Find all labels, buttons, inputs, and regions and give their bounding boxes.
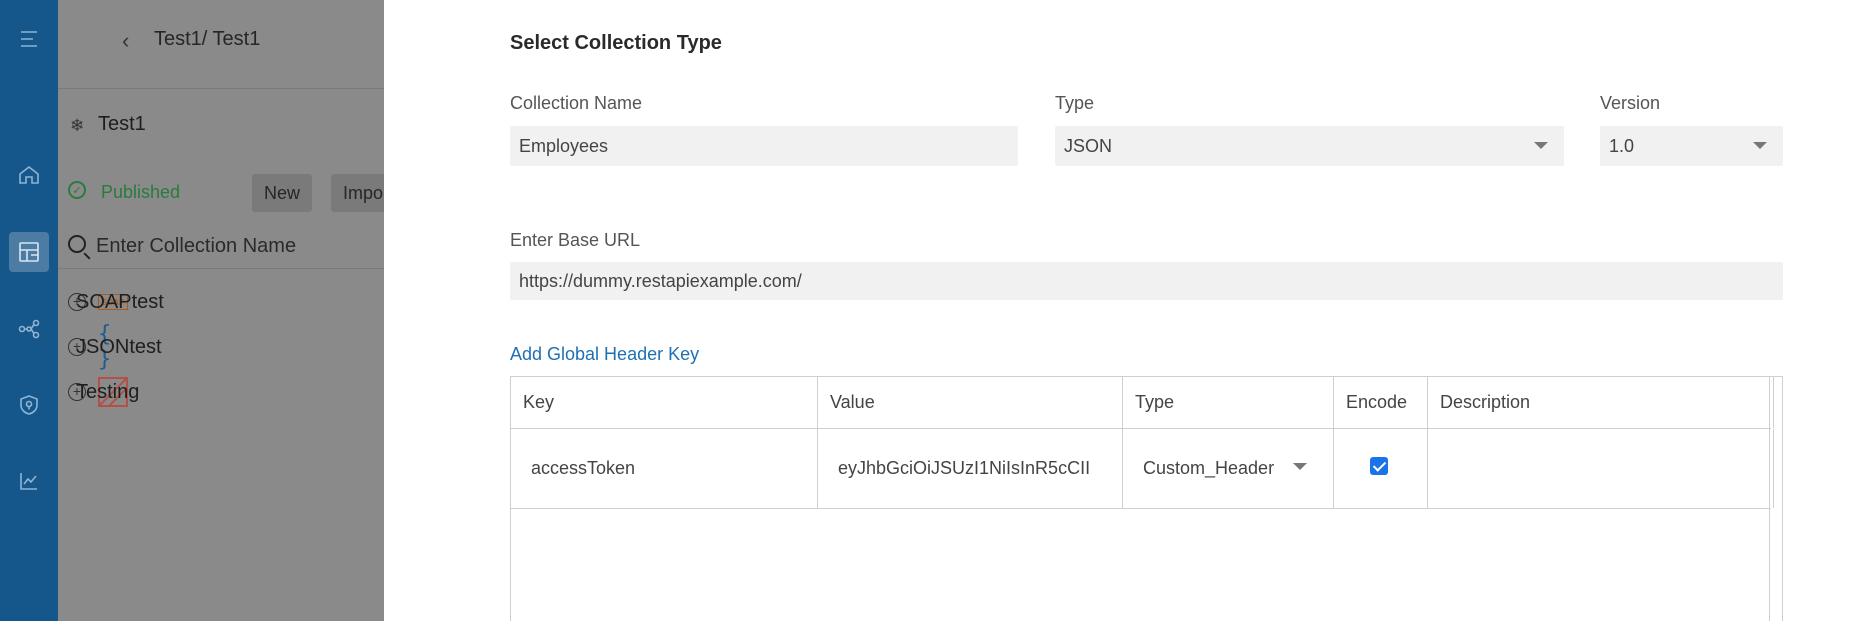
nav-rail xyxy=(0,0,58,621)
check-circle-icon: ✓ xyxy=(68,181,86,199)
header-table: Key Value Type Encode Description access… xyxy=(510,376,1783,621)
collection-label: Testing xyxy=(76,380,140,403)
list-item[interactable]: + SOAP SOAPtest xyxy=(68,287,164,317)
chevron-down-icon xyxy=(1753,142,1767,149)
column-header-key: Key xyxy=(511,377,818,428)
collections-panel: ‹ Test1/ Test1 ❄ Test1 ✓ Published New I… xyxy=(58,0,391,621)
search-icon xyxy=(68,235,86,253)
key-cell[interactable]: accessToken xyxy=(511,429,818,508)
share-network-icon[interactable] xyxy=(0,309,58,349)
breadcrumb: Test1/ Test1 xyxy=(154,28,261,50)
status-badge: Published xyxy=(101,182,181,202)
select-collection-modal: Select Collection Type Collection Name E… xyxy=(384,0,1873,621)
table-row: accessToken eyJhbGciOiJSUzI1NiIsInR5cCII… xyxy=(511,429,1774,509)
collection-label: JSONtest xyxy=(76,335,162,358)
dashboard-icon[interactable] xyxy=(0,232,58,272)
type-cell-value: Custom_Header xyxy=(1143,458,1275,478)
encode-checkbox[interactable] xyxy=(1370,456,1388,475)
divider xyxy=(58,268,384,269)
search-input[interactable]: Enter Collection Name xyxy=(96,235,296,258)
column-header-type: Type xyxy=(1123,377,1334,428)
type-cell-select[interactable]: Custom_Header xyxy=(1123,429,1334,508)
shield-icon[interactable] xyxy=(0,385,58,425)
base-url-label: Enter Base URL xyxy=(510,230,641,250)
list-item[interactable]: + { } JSONtest xyxy=(68,322,162,372)
type-select-value: JSON xyxy=(1064,135,1113,156)
column-header-encode: Encode xyxy=(1334,377,1428,428)
project-name: Test1 xyxy=(98,113,146,135)
home-icon[interactable] xyxy=(0,155,58,195)
table-header-row: Key Value Type Encode Description xyxy=(511,377,1774,429)
version-label: Version xyxy=(1600,93,1661,113)
back-chevron-icon[interactable]: ‹ xyxy=(122,28,129,54)
new-button[interactable]: New xyxy=(252,174,313,212)
version-select-value: 1.0 xyxy=(1609,135,1635,156)
analytics-chart-icon[interactable] xyxy=(0,461,58,501)
import-button[interactable]: Impo xyxy=(331,174,391,212)
encode-cell xyxy=(1334,429,1428,508)
table-scroll-divider xyxy=(1769,377,1770,621)
column-header-value: Value xyxy=(818,377,1123,428)
chevron-down-icon xyxy=(1534,142,1548,149)
list-item[interactable]: + Testing xyxy=(68,377,139,407)
type-select[interactable]: JSON xyxy=(1055,126,1564,166)
chevron-down-icon xyxy=(1293,463,1307,470)
menu-icon[interactable] xyxy=(0,19,58,59)
collection-name-label: Collection Name xyxy=(510,93,643,113)
collection-label: SOAPtest xyxy=(76,290,164,313)
panel-header: ‹ Test1/ Test1 xyxy=(58,0,384,89)
project-icon: ❄ xyxy=(70,116,85,135)
version-select[interactable]: 1.0 xyxy=(1600,126,1783,166)
add-global-header-link[interactable]: Add Global Header Key xyxy=(510,344,699,365)
type-label: Type xyxy=(1055,93,1095,113)
modal-title: Select Collection Type xyxy=(510,32,722,54)
column-header-description: Description xyxy=(1428,377,1774,428)
description-cell[interactable] xyxy=(1428,429,1774,508)
value-cell[interactable]: eyJhbGciOiJSUzI1NiIsInR5cCII xyxy=(818,429,1123,508)
collection-name-input[interactable]: Employees xyxy=(510,126,1018,166)
base-url-input[interactable]: https://dummy.restapiexample.com/ xyxy=(510,262,1783,300)
